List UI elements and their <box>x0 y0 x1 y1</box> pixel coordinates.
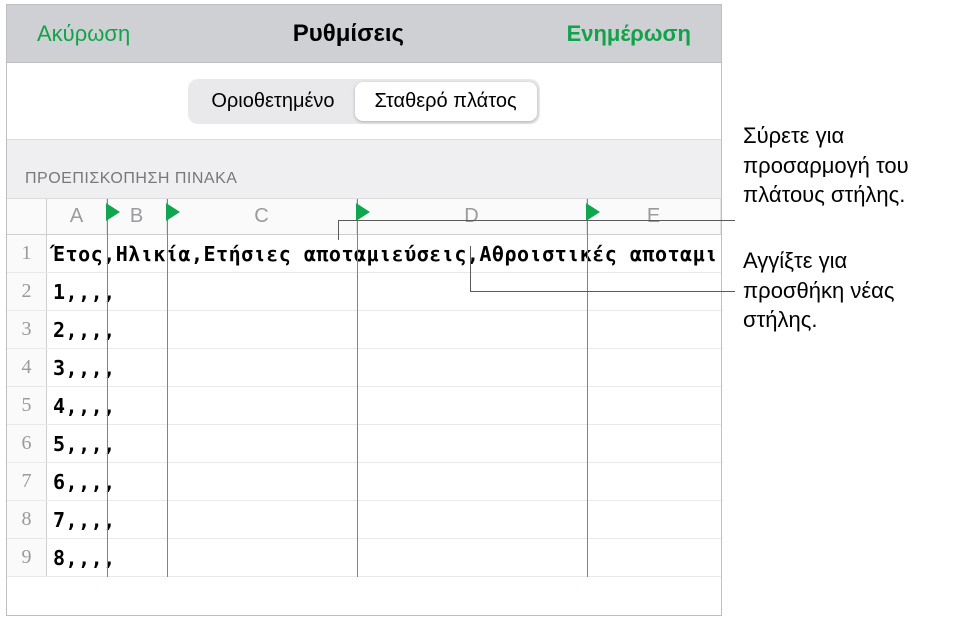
table-row: 1 Έτος,Ηλικία,Ετήσιες αποταμιεύσεις,Αθρο… <box>7 235 721 273</box>
table-row: 4 3,,,, <box>7 349 721 387</box>
row-number: 9 <box>7 539 47 576</box>
row-number: 1 <box>7 235 47 272</box>
row-content[interactable]: 8,,,, <box>47 539 721 576</box>
row-number: 3 <box>7 311 47 348</box>
column-header-D[interactable]: D <box>357 199 587 234</box>
column-header-row: A B C D E <box>7 199 721 235</box>
table-row: 8 7,,,, <box>7 501 721 539</box>
column-header-B[interactable]: B <box>107 199 167 234</box>
segmented-control-wrap: Οριοθετημένο Σταθερό πλάτος <box>7 63 721 139</box>
table-row: 9 8,,,, <box>7 539 721 577</box>
callout-leader <box>470 291 735 292</box>
row-number: 5 <box>7 387 47 424</box>
segment-delimited[interactable]: Οριοθετημένο <box>191 82 354 121</box>
row-number: 4 <box>7 349 47 386</box>
row-content[interactable]: 2,,,, <box>47 311 721 348</box>
row-number: 2 <box>7 273 47 310</box>
import-settings-panel: Ακύρωση Ρυθμίσεις Ενημέρωση Οριοθετημένο… <box>6 4 722 616</box>
preview-section-label: ΠΡΟΕΠΙΣΚΟΠΗΣΗ ΠΙΝΑΚΑ <box>7 139 721 199</box>
row-content[interactable]: 6,,,, <box>47 463 721 500</box>
column-header-C[interactable]: C <box>167 199 357 234</box>
row-content[interactable]: 3,,,, <box>47 349 721 386</box>
row-content[interactable]: Έτος,Ηλικία,Ετήσιες αποταμιεύσεις,Αθροισ… <box>47 235 721 272</box>
title-bar: Ακύρωση Ρυθμίσεις Ενημέρωση <box>7 5 721 63</box>
row-content[interactable]: 5,,,, <box>47 425 721 462</box>
callout-drag: Σύρετε για προσαρμογή του πλάτους στήλης… <box>743 121 953 210</box>
table-row: 6 5,,,, <box>7 425 721 463</box>
row-content[interactable]: 7,,,, <box>47 501 721 538</box>
corner-cell <box>7 199 47 234</box>
table-row: 2 1,,,, <box>7 273 721 311</box>
column-header-E[interactable]: E <box>587 199 721 234</box>
table-row: 3 2,,,, <box>7 311 721 349</box>
row-number: 7 <box>7 463 47 500</box>
data-rows: 1 Έτος,Ηλικία,Ετήσιες αποταμιεύσεις,Αθρο… <box>7 235 721 577</box>
cancel-button[interactable]: Ακύρωση <box>37 21 130 47</box>
segment-fixed-width[interactable]: Σταθερό πλάτος <box>355 82 537 121</box>
callout-leader <box>338 220 735 221</box>
table-preview: A B C D E 1 Έτος,Ηλικία,Ετήσιες αποταμιε… <box>7 199 721 577</box>
title-label: Ρυθμίσεις <box>293 20 404 48</box>
row-number: 6 <box>7 425 47 462</box>
table-row: 7 6,,,, <box>7 463 721 501</box>
layout-segmented-control[interactable]: Οριοθετημένο Σταθερό πλάτος <box>188 79 539 124</box>
column-header-A[interactable]: A <box>47 199 107 234</box>
callout-leader <box>338 220 339 240</box>
row-content[interactable]: 4,,,, <box>47 387 721 424</box>
callout-leader <box>470 246 471 291</box>
update-button[interactable]: Ενημέρωση <box>567 21 691 47</box>
table-row: 5 4,,,, <box>7 387 721 425</box>
row-number: 8 <box>7 501 47 538</box>
callout-tap: Αγγίξτε για προσθήκη νέας στήλης. <box>743 246 923 335</box>
